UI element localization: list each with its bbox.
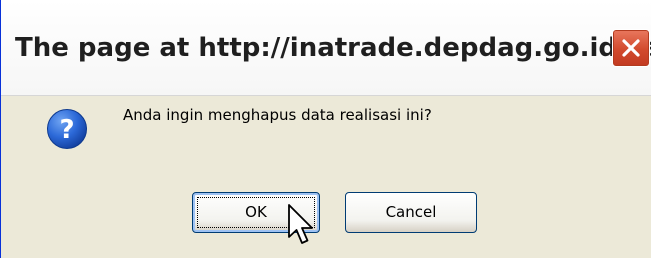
svg-text:?: ?: [59, 115, 74, 145]
title-bar[interactable]: The page at http://inatrade.depdag.go.id…: [1, 0, 651, 96]
close-icon: [622, 39, 640, 57]
mouse-pointer-icon: [288, 204, 313, 244]
dialog-title: The page at http://inatrade.depdag.go.id…: [15, 33, 651, 63]
dialog-message: Anda ingin menghapus data realisasi ini?: [123, 106, 432, 124]
cancel-button-label: Cancel: [385, 203, 437, 221]
close-button[interactable]: [612, 29, 650, 67]
cancel-button[interactable]: Cancel: [345, 192, 477, 233]
alert-dialog: The page at http://inatrade.depdag.go.id…: [0, 0, 651, 258]
question-icon: ?: [47, 109, 87, 149]
